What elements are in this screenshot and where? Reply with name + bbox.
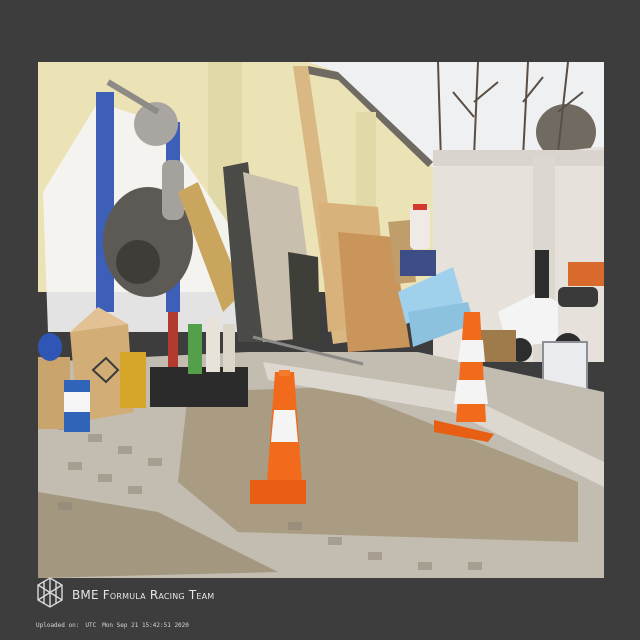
red-bottle — [168, 312, 178, 367]
upload-label: Uploaded on: — [36, 622, 80, 629]
wall-cap — [433, 150, 604, 166]
upload-date: Mon Sep 21 15:42:51 2020 — [102, 622, 189, 629]
blue-lid — [38, 333, 62, 361]
dark-panel — [288, 252, 320, 342]
engine-muffler — [162, 160, 184, 220]
can-label — [64, 392, 90, 412]
jug-cap — [413, 204, 427, 210]
team-logo-icon — [37, 577, 63, 608]
photo-scene — [38, 62, 604, 578]
yellow-bottle — [120, 352, 146, 408]
team-name: BME Formula Racing Team — [72, 588, 215, 602]
upload-info: Uploaded on: UTC Mon Sep 21 15:42:51 2020 — [36, 622, 195, 629]
sign-panel — [400, 250, 436, 276]
engine-pulley — [116, 240, 160, 284]
white-jug — [410, 207, 430, 249]
clear-bottle — [206, 317, 220, 372]
clear-bottle — [223, 324, 235, 372]
photo — [38, 62, 604, 578]
engine-stand-post — [96, 92, 114, 312]
green-bottle — [188, 324, 202, 374]
footer: BME Formula Racing Team Uploaded on: UTC M… — [36, 574, 336, 634]
upload-timezone: UTC — [85, 622, 97, 629]
